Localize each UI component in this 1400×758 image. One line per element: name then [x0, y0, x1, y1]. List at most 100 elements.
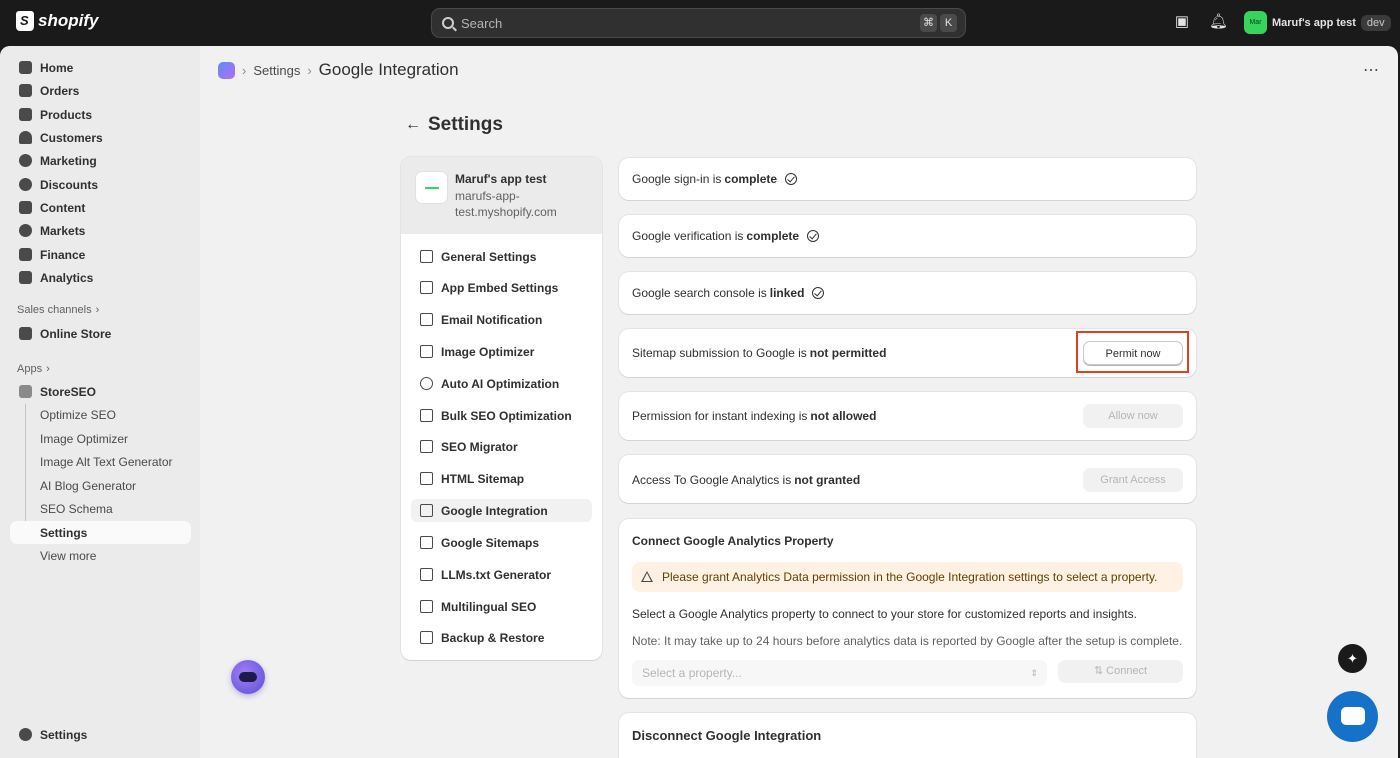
- google-signin-status: Google sign-in is complete: [632, 172, 798, 186]
- backup-icon: [420, 631, 433, 644]
- sidebar-sub-seo-schema[interactable]: SEO Schema: [10, 497, 191, 520]
- menu-image-optimizer[interactable]: Image Optimizer: [411, 340, 592, 363]
- sidebar-sub-optimize-seo[interactable]: Optimize SEO: [10, 403, 191, 426]
- store-icon: [19, 327, 32, 340]
- menu-app-embed-settings[interactable]: App Embed Settings: [411, 276, 592, 299]
- back-arrow-icon[interactable]: ←: [405, 116, 421, 134]
- google-analytics-access-card: Access To Google Analytics is not grante…: [619, 455, 1196, 503]
- admin-frame: Home Orders Products Customers Marketing…: [0, 46, 1398, 758]
- sidebar-item-orders[interactable]: Orders: [10, 79, 191, 102]
- sidebar-item-storeseo[interactable]: StoreSEO: [10, 380, 191, 403]
- disconnect-title: Disconnect Google Integration: [632, 728, 822, 743]
- content-icon: [19, 201, 32, 214]
- sidebar-item-home[interactable]: Home: [10, 56, 191, 79]
- shopify-bag-icon: [16, 11, 34, 31]
- connect-icon: ⇅: [1093, 665, 1107, 677]
- sidebar-item-products[interactable]: Products: [10, 103, 191, 126]
- settings-nav-card: Maruf's app test marufs-app-test.myshopi…: [401, 157, 602, 660]
- sidebar-item-customers[interactable]: Customers: [10, 126, 191, 149]
- rocket-icon[interactable]: ✦: [1338, 644, 1367, 673]
- discount-icon: [19, 178, 32, 191]
- sidebar-item-online-store[interactable]: Online Store: [10, 322, 191, 345]
- store-menu[interactable]: Mar Maruf's app test dev: [1244, 11, 1391, 34]
- allow-now-button[interactable]: Allow now: [1083, 404, 1183, 428]
- menu-auto-ai-optimization[interactable]: Auto AI Optimization: [411, 372, 592, 395]
- menu-html-sitemap[interactable]: HTML Sitemap: [411, 467, 592, 490]
- sidebar-sub-image-optimizer[interactable]: Image Optimizer: [10, 427, 191, 450]
- check-circle-icon: [812, 287, 825, 299]
- menu-backup-restore[interactable]: Backup & Restore: [411, 626, 592, 649]
- chevron-right-icon: ›: [46, 363, 50, 375]
- chevron-right-icon: ›: [307, 62, 312, 78]
- ga-card-title: Connect Google Analytics Property: [632, 534, 834, 548]
- menu-llms-txt-generator[interactable]: LLMs.txt Generator: [411, 563, 592, 586]
- apps-label[interactable]: Apps ›: [17, 363, 50, 375]
- translate-icon: [420, 600, 433, 613]
- gear-icon: [19, 728, 32, 741]
- sidebar-item-marketing[interactable]: Marketing: [10, 149, 191, 172]
- avatar: Mar: [1244, 11, 1267, 34]
- instant-indexing-card: Permission for instant indexing is not a…: [619, 392, 1196, 440]
- tag-icon: [19, 108, 32, 121]
- menu-google-integration[interactable]: Google Integration: [411, 499, 592, 522]
- shopify-logo[interactable]: shopify: [16, 11, 98, 31]
- chevron-right-icon: ›: [242, 62, 247, 78]
- sidebar-sub-ai-blog-generator[interactable]: AI Blog Generator: [10, 474, 191, 497]
- email-icon: [420, 313, 433, 326]
- sidebar-sub-view-more[interactable]: View more: [10, 544, 191, 567]
- search-console-card: Google search console is linked: [619, 272, 1196, 314]
- dev-badge: dev: [1360, 14, 1391, 31]
- inbox-icon[interactable]: ▣: [1173, 13, 1191, 31]
- sidebar-item-markets[interactable]: Markets: [10, 219, 191, 242]
- chat-icon: [1341, 707, 1365, 725]
- chevron-right-icon: ›: [95, 304, 100, 316]
- connect-button[interactable]: ⇅ Connect: [1058, 660, 1183, 683]
- store-name: Maruf's app test: [455, 172, 547, 186]
- property-select[interactable]: Select a property... ⇕: [632, 660, 1047, 686]
- disconnect-integration-card: Disconnect Google Integration: [619, 713, 1196, 758]
- cmd-key: ⌘: [920, 14, 937, 32]
- sidebar-item-analytics[interactable]: Analytics: [10, 266, 191, 289]
- top-bar: shopify Search ⌘ K ▣ 🔔︎ Mar Maruf's app …: [0, 0, 1400, 46]
- breadcrumb-current: Google Integration: [318, 60, 459, 79]
- sidebar-item-discounts[interactable]: Discounts: [10, 173, 191, 196]
- sliders-icon: [420, 250, 433, 263]
- assistant-bot-icon[interactable]: [231, 660, 265, 694]
- analytics-access-status: Access To Google Analytics is not grante…: [632, 473, 861, 487]
- store-name: Maruf's app test: [1272, 16, 1356, 29]
- sidebar-sub-settings[interactable]: Settings: [10, 521, 191, 544]
- menu-multilingual-seo[interactable]: Multilingual SEO: [411, 595, 592, 618]
- menu-seo-migrator[interactable]: SEO Migrator: [411, 435, 592, 458]
- home-icon: [19, 61, 32, 74]
- document-icon: [420, 536, 433, 549]
- breadcrumb-settings[interactable]: Settings: [253, 63, 300, 78]
- grant-access-button[interactable]: Grant Access: [1083, 468, 1183, 492]
- image-icon: [420, 345, 433, 358]
- sidebar-item-settings[interactable]: Settings: [10, 723, 191, 746]
- sitemap-icon: [420, 472, 433, 485]
- sidebar: Home Orders Products Customers Marketing…: [0, 46, 200, 758]
- target-icon: [19, 154, 32, 167]
- ga-note: Note: It may take up to 24 hours before …: [632, 634, 1183, 648]
- storeseo-app-icon[interactable]: [218, 61, 235, 79]
- menu-email-notification[interactable]: Email Notification: [411, 308, 592, 331]
- warning-banner: Please grant Analytics Data permission i…: [632, 562, 1183, 592]
- menu-google-sitemaps[interactable]: Google Sitemaps: [411, 531, 592, 554]
- chat-button[interactable]: [1327, 691, 1378, 742]
- sales-channels-label[interactable]: Sales channels ›: [17, 304, 99, 316]
- sidebar-item-finance[interactable]: Finance: [10, 243, 191, 266]
- sidebar-item-content[interactable]: Content: [10, 196, 191, 219]
- sidebar-sub-alt-text-generator[interactable]: Image Alt Text Generator: [10, 450, 191, 473]
- google-verification-status: Google verification is complete: [632, 229, 820, 243]
- menu-bulk-seo-optimization[interactable]: Bulk SEO Optimization: [411, 404, 592, 427]
- k-key: K: [940, 14, 957, 32]
- search-input[interactable]: Search ⌘ K: [431, 8, 966, 38]
- more-actions-icon[interactable]: ⋯: [1363, 60, 1380, 80]
- menu-general-settings[interactable]: General Settings: [411, 245, 592, 268]
- bell-icon[interactable]: 🔔︎: [1209, 13, 1228, 31]
- google-icon: [420, 504, 433, 517]
- search-placeholder: Search: [461, 15, 503, 31]
- annotation-highlight: [1076, 331, 1189, 373]
- instant-indexing-status: Permission for instant indexing is not a…: [632, 409, 877, 423]
- warning-icon: [641, 571, 653, 582]
